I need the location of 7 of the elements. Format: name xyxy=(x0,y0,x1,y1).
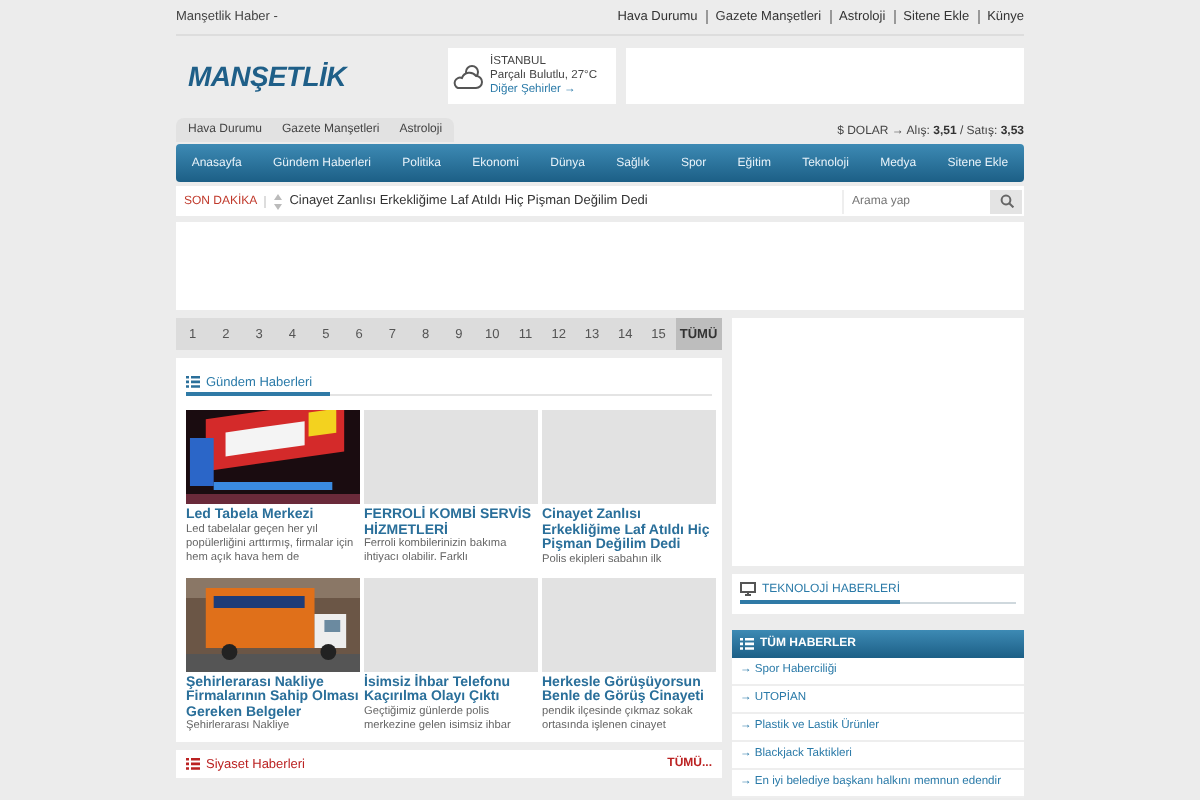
search-button[interactable] xyxy=(990,189,1022,213)
list-icon xyxy=(740,638,754,650)
logo[interactable]: MANŞETLİK xyxy=(176,60,438,92)
search-icon xyxy=(999,194,1013,208)
monitor-icon xyxy=(740,582,756,596)
list-icon xyxy=(186,758,200,770)
list-icon xyxy=(186,376,200,388)
